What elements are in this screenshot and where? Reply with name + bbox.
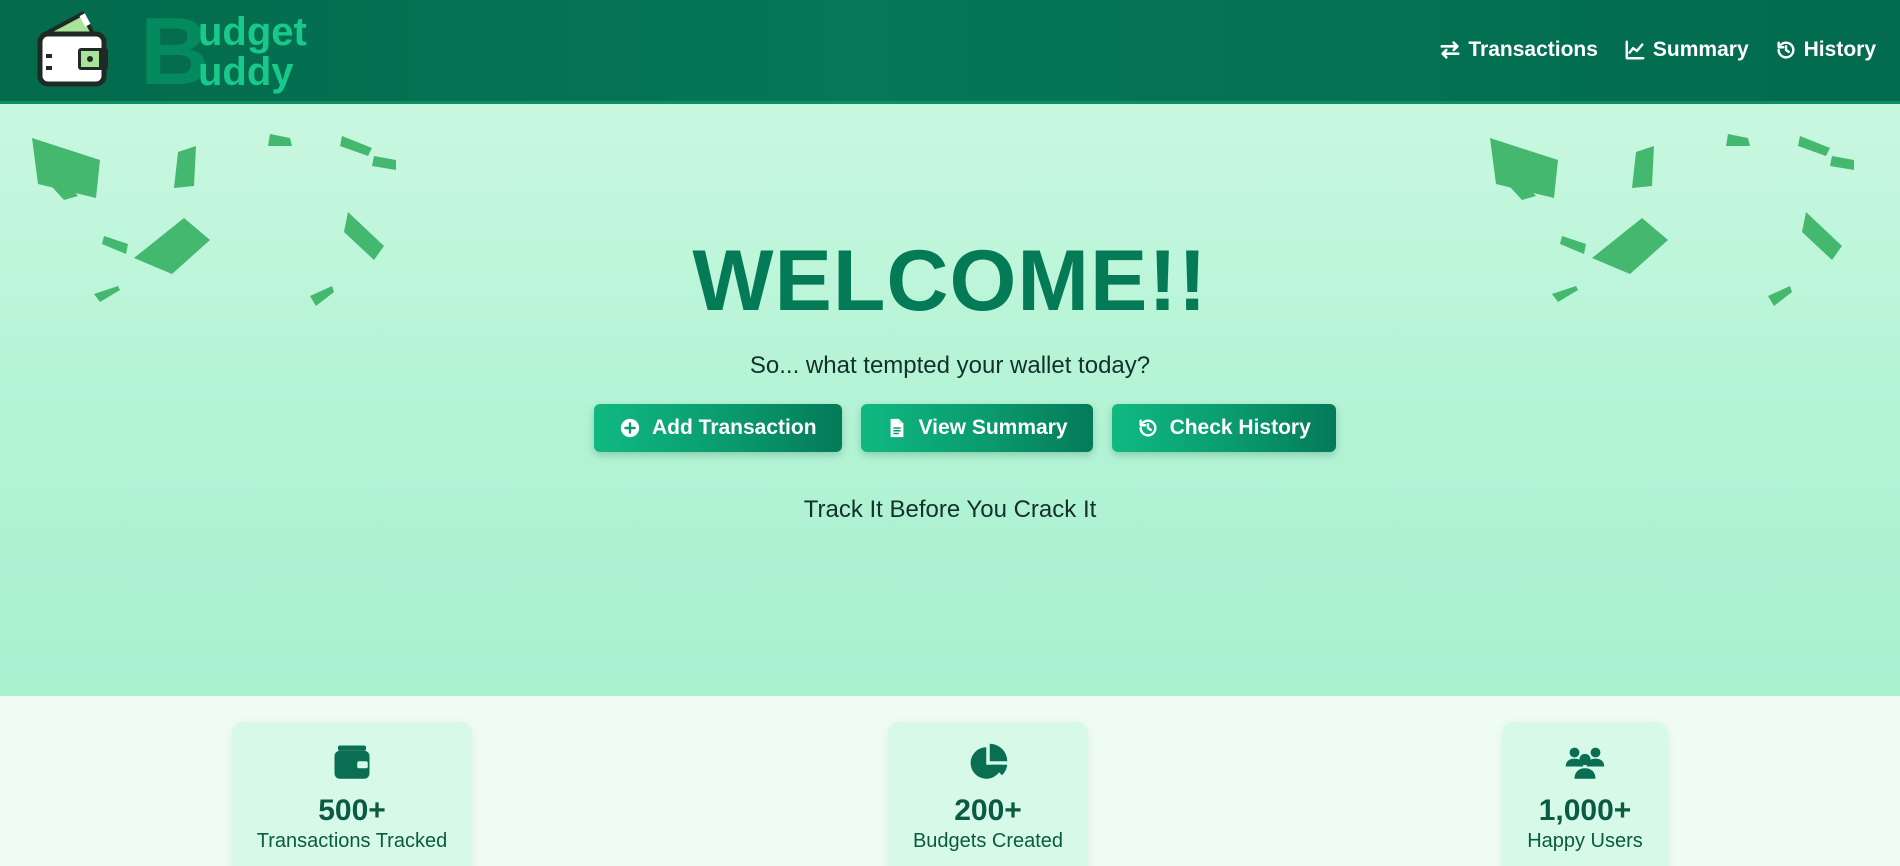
add-transaction-button[interactable]: Add Transaction bbox=[594, 404, 842, 452]
welcome-title: WELCOME!! bbox=[692, 233, 1208, 329]
history-icon bbox=[1777, 41, 1795, 59]
view-summary-button[interactable]: View Summary bbox=[860, 404, 1093, 452]
check-history-label: Check History bbox=[1169, 416, 1311, 439]
plus-circle-icon bbox=[620, 418, 640, 438]
hero-motto: Track It Before You Crack It bbox=[803, 496, 1097, 523]
exchange-icon bbox=[1440, 41, 1460, 59]
stats-section: 500+ Transactions Tracked 200+ Budgets C… bbox=[0, 696, 1900, 866]
history-icon bbox=[1139, 419, 1157, 437]
users-icon bbox=[1565, 747, 1605, 779]
hero-actions: Add Transaction View Summary Check Histo… bbox=[594, 404, 1336, 452]
file-icon bbox=[890, 418, 903, 438]
stat-value: 1,000+ bbox=[1538, 794, 1632, 827]
brand-logo[interactable]: B udget uddy bbox=[138, 4, 338, 100]
navbar: B udget uddy Transactions Summary Histor… bbox=[0, 0, 1900, 104]
nav-links: Transactions Summary History bbox=[1439, 38, 1876, 62]
nav-summary-link[interactable]: Summary bbox=[1624, 38, 1749, 62]
hero-subtitle: So... what tempted your wallet today? bbox=[749, 352, 1151, 379]
stat-label: Happy Users bbox=[1527, 830, 1643, 852]
stat-value: 500+ bbox=[318, 794, 386, 827]
pie-chart-icon bbox=[970, 743, 1008, 779]
nav-history-label: History bbox=[1803, 38, 1876, 61]
wallet-icon bbox=[334, 745, 370, 779]
stat-label: Transactions Tracked bbox=[256, 830, 448, 852]
stat-card-users: 1,000+ Happy Users bbox=[1502, 722, 1668, 866]
stat-value: 200+ bbox=[954, 794, 1022, 827]
nav-summary-label: Summary bbox=[1652, 38, 1749, 61]
stat-label: Budgets Created bbox=[912, 830, 1064, 852]
brand-line-2: uddy bbox=[198, 50, 294, 94]
add-transaction-label: Add Transaction bbox=[652, 416, 817, 439]
wallet-icon[interactable] bbox=[36, 10, 116, 90]
check-history-button[interactable]: Check History bbox=[1111, 404, 1336, 452]
nav-history-link[interactable]: History bbox=[1775, 38, 1876, 62]
stat-card-budgets: 200+ Budgets Created bbox=[888, 722, 1088, 866]
stat-card-transactions: 500+ Transactions Tracked bbox=[232, 722, 472, 866]
line-chart-icon bbox=[1625, 40, 1645, 60]
brand-line-1: udget bbox=[198, 10, 307, 54]
nav-transactions-label: Transactions bbox=[1468, 38, 1598, 61]
view-summary-label: View Summary bbox=[918, 416, 1068, 439]
nav-transactions-link[interactable]: Transactions bbox=[1439, 38, 1598, 62]
hero-section: WELCOME!! So... what tempted your wallet… bbox=[0, 104, 1900, 696]
